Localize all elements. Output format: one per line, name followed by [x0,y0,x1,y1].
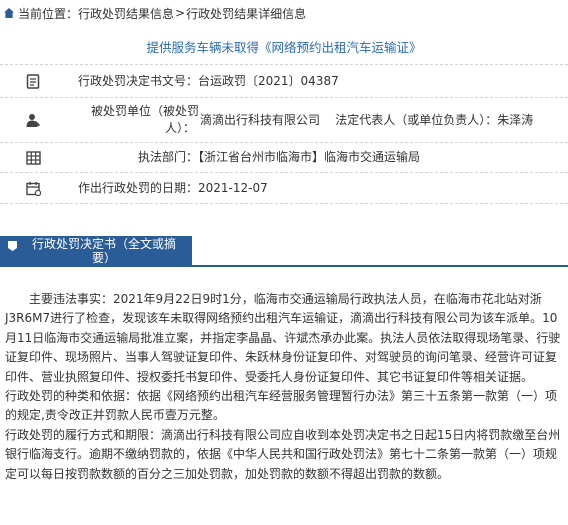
decision-execution: 行政处罚的履行方式和期限：滴滴出行科技有限公司应自收到本处罚决定书之日起15日内… [5,427,561,481]
calendar-icon [0,181,66,196]
party-block: 被处罚单位（被处罚 滴滴出行科技有限公司 法定代表人（或单位负责人）：朱泽涛 人… [66,98,566,142]
row-date: 作出行政处罚的日期：2021-12-07 [0,173,568,204]
breadcrumb: 当前位置： 行政处罚结果信息 > 行政处罚结果详细信息 [0,0,568,26]
breadcrumb-current: 行政处罚结果详细信息 [186,6,307,21]
case-title: 提供服务车辆未取得《网络预约出租汽车运输证》 [146,40,422,55]
row-doc-number: 行政处罚决定书文号：台运政罚〔2021〕04387 [0,64,568,98]
document-icon [0,73,66,89]
pin-icon [0,236,24,265]
info-table: 行政处罚决定书文号：台运政罚〔2021〕04387 被处罚单位（被处罚 滴滴出行… [0,64,568,204]
section-title: 行政处罚决定书（全文或摘 要） [24,236,184,265]
home-icon [3,7,15,19]
section-header: 行政处罚决定书（全文或摘 要） [0,236,568,267]
decision-facts: 主要违法事实：2021年9月22日9时1分，临海市交通运输局行政执法人员，在临海… [5,292,561,384]
row-party: 被处罚单位（被处罚 滴滴出行科技有限公司 法定代表人（或单位负责人）：朱泽涛 人… [0,98,568,143]
breadcrumb-separator: > [175,6,186,20]
agency: 执法部门：【浙江省台州市临海市】临海市交通运输局 [138,150,421,164]
party-label-line2: 人）： [165,121,196,135]
penalty-date: 作出行政处罚的日期：2021-12-07 [78,180,268,195]
building-icon [0,150,66,165]
decision-basis: 行政处罚的种类和依据：依据《网络预约出租汽车经营服务管理暂行办法》第三十五条第一… [5,389,558,423]
breadcrumb-prefix: 当前位置： [18,6,79,21]
section-title-line2: 要） [91,251,116,265]
doc-number: 行政处罚决定书文号：台运政罚〔2021〕04387 [78,73,339,88]
party-value: 滴滴出行科技有限公司 法定代表人（或单位负责人）：朱泽涛 [200,113,534,127]
decision-text: 主要违法事实：2021年9月22日9时1分，临海市交通运输局行政执法人员，在临海… [5,290,565,484]
breadcrumb-link-results[interactable]: 行政处罚结果信息 [78,5,174,22]
person-icon [0,113,66,128]
row-agency: 执法部门：【浙江省台州市临海市】临海市交通运输局 [0,143,568,173]
section-tag: 行政处罚决定书（全文或摘 要） [0,236,192,265]
party-label-line1: 被处罚单位（被处罚 [91,104,200,118]
section-title-line1: 行政处罚决定书（全文或摘 [31,237,176,251]
